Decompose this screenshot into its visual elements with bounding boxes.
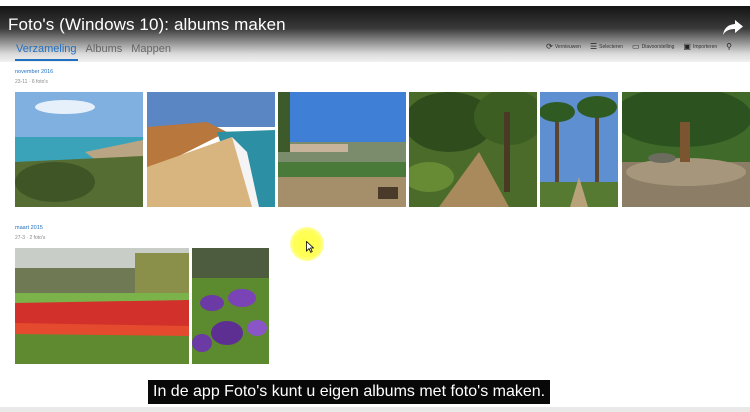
group-date-maart-2015[interactable]: maart 2015 <box>15 225 43 231</box>
slideshow-button[interactable]: ▭ Diavoorstelling <box>632 43 674 51</box>
group-meta-november-2016: 23-11 · 6 foto's <box>15 79 48 85</box>
nav-tabs: Verzameling Albums Mappen <box>15 41 172 61</box>
slideshow-label: Diavoorstelling <box>641 44 675 50</box>
tab-albums[interactable]: Albums <box>85 41 124 61</box>
photo-beach-cliffs[interactable] <box>147 92 275 207</box>
photo-forest-path[interactable] <box>409 92 537 207</box>
photo-harbor-town[interactable] <box>278 92 406 207</box>
more-icon: ⚲ <box>726 42 732 51</box>
group-meta-maart-2015: 27-3 · 2 foto's <box>15 235 46 241</box>
share-arrow-icon[interactable] <box>722 18 744 36</box>
photo-park-statue[interactable] <box>622 92 750 207</box>
import-button[interactable]: ▣ Importeren <box>683 43 717 51</box>
import-label: Importeren <box>692 44 718 50</box>
slideshow-icon: ▭ <box>632 42 640 51</box>
refresh-button[interactable]: ⟳ Vernieuwen <box>546 43 581 51</box>
mouse-pointer-icon <box>306 241 314 253</box>
toolbar: ⟳ Vernieuwen ☰ Selecteren ▭ Diavoorstell… <box>546 43 732 51</box>
select-label: Selecteren <box>599 44 624 50</box>
video-subtitle: In de app Foto's kunt u eigen albums met… <box>148 380 551 404</box>
select-button[interactable]: ☰ Selecteren <box>590 43 623 51</box>
tab-verzameling[interactable]: Verzameling <box>15 41 78 61</box>
import-icon: ▣ <box>683 42 691 51</box>
refresh-icon: ⟳ <box>546 42 553 51</box>
refresh-label: Vernieuwen <box>554 44 581 50</box>
group-date-november-2016[interactable]: november 2016 <box>15 69 53 75</box>
more-button[interactable]: ⚲ <box>726 43 732 51</box>
video-title: Foto's (Windows 10): albums maken <box>8 15 286 34</box>
photo-palm-avenue[interactable] <box>540 92 618 207</box>
photo-tulip-field[interactable] <box>15 248 189 364</box>
select-icon: ☰ <box>589 42 598 51</box>
tab-mappen[interactable]: Mappen <box>130 41 172 61</box>
photo-coastline[interactable] <box>15 92 143 207</box>
bottom-strip <box>0 407 750 412</box>
photo-purple-crocus[interactable] <box>192 248 269 364</box>
